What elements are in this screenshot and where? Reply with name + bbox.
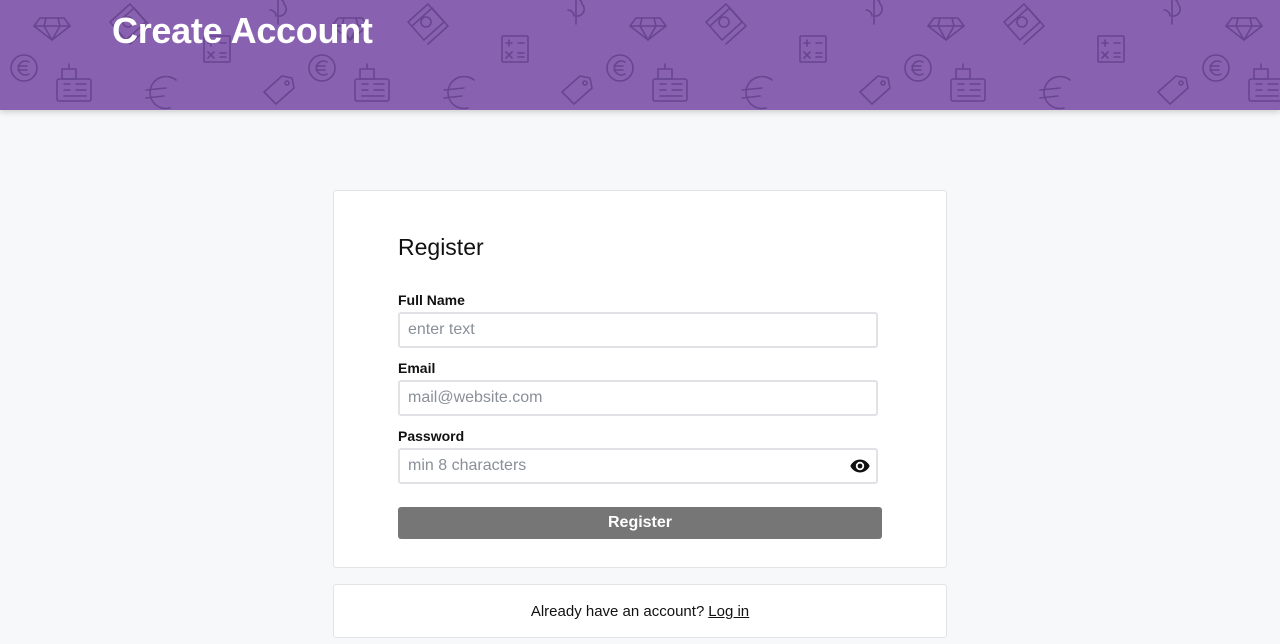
- email-field: [398, 380, 878, 416]
- email-input[interactable]: [400, 382, 876, 414]
- login-link[interactable]: Log in: [708, 603, 749, 620]
- register-card: Register Full Name Email Password Regist…: [333, 190, 947, 568]
- full-name-label: Full Name: [398, 292, 465, 308]
- login-prompt-card: Already have an account? Log in: [333, 584, 947, 638]
- page-title: Create Account: [112, 10, 373, 51]
- full-name-field: [398, 312, 878, 348]
- full-name-input[interactable]: [400, 314, 876, 346]
- password-input[interactable]: [400, 450, 876, 482]
- register-button[interactable]: Register: [398, 507, 882, 539]
- form-title: Register: [398, 234, 484, 260]
- email-label: Email: [398, 360, 436, 376]
- header-banner: Create Account: [0, 0, 1280, 110]
- password-field: [398, 448, 878, 484]
- eye-icon[interactable]: [850, 459, 870, 473]
- login-prompt-text: Already have an account?: [530, 602, 705, 620]
- password-label: Password: [398, 428, 465, 444]
